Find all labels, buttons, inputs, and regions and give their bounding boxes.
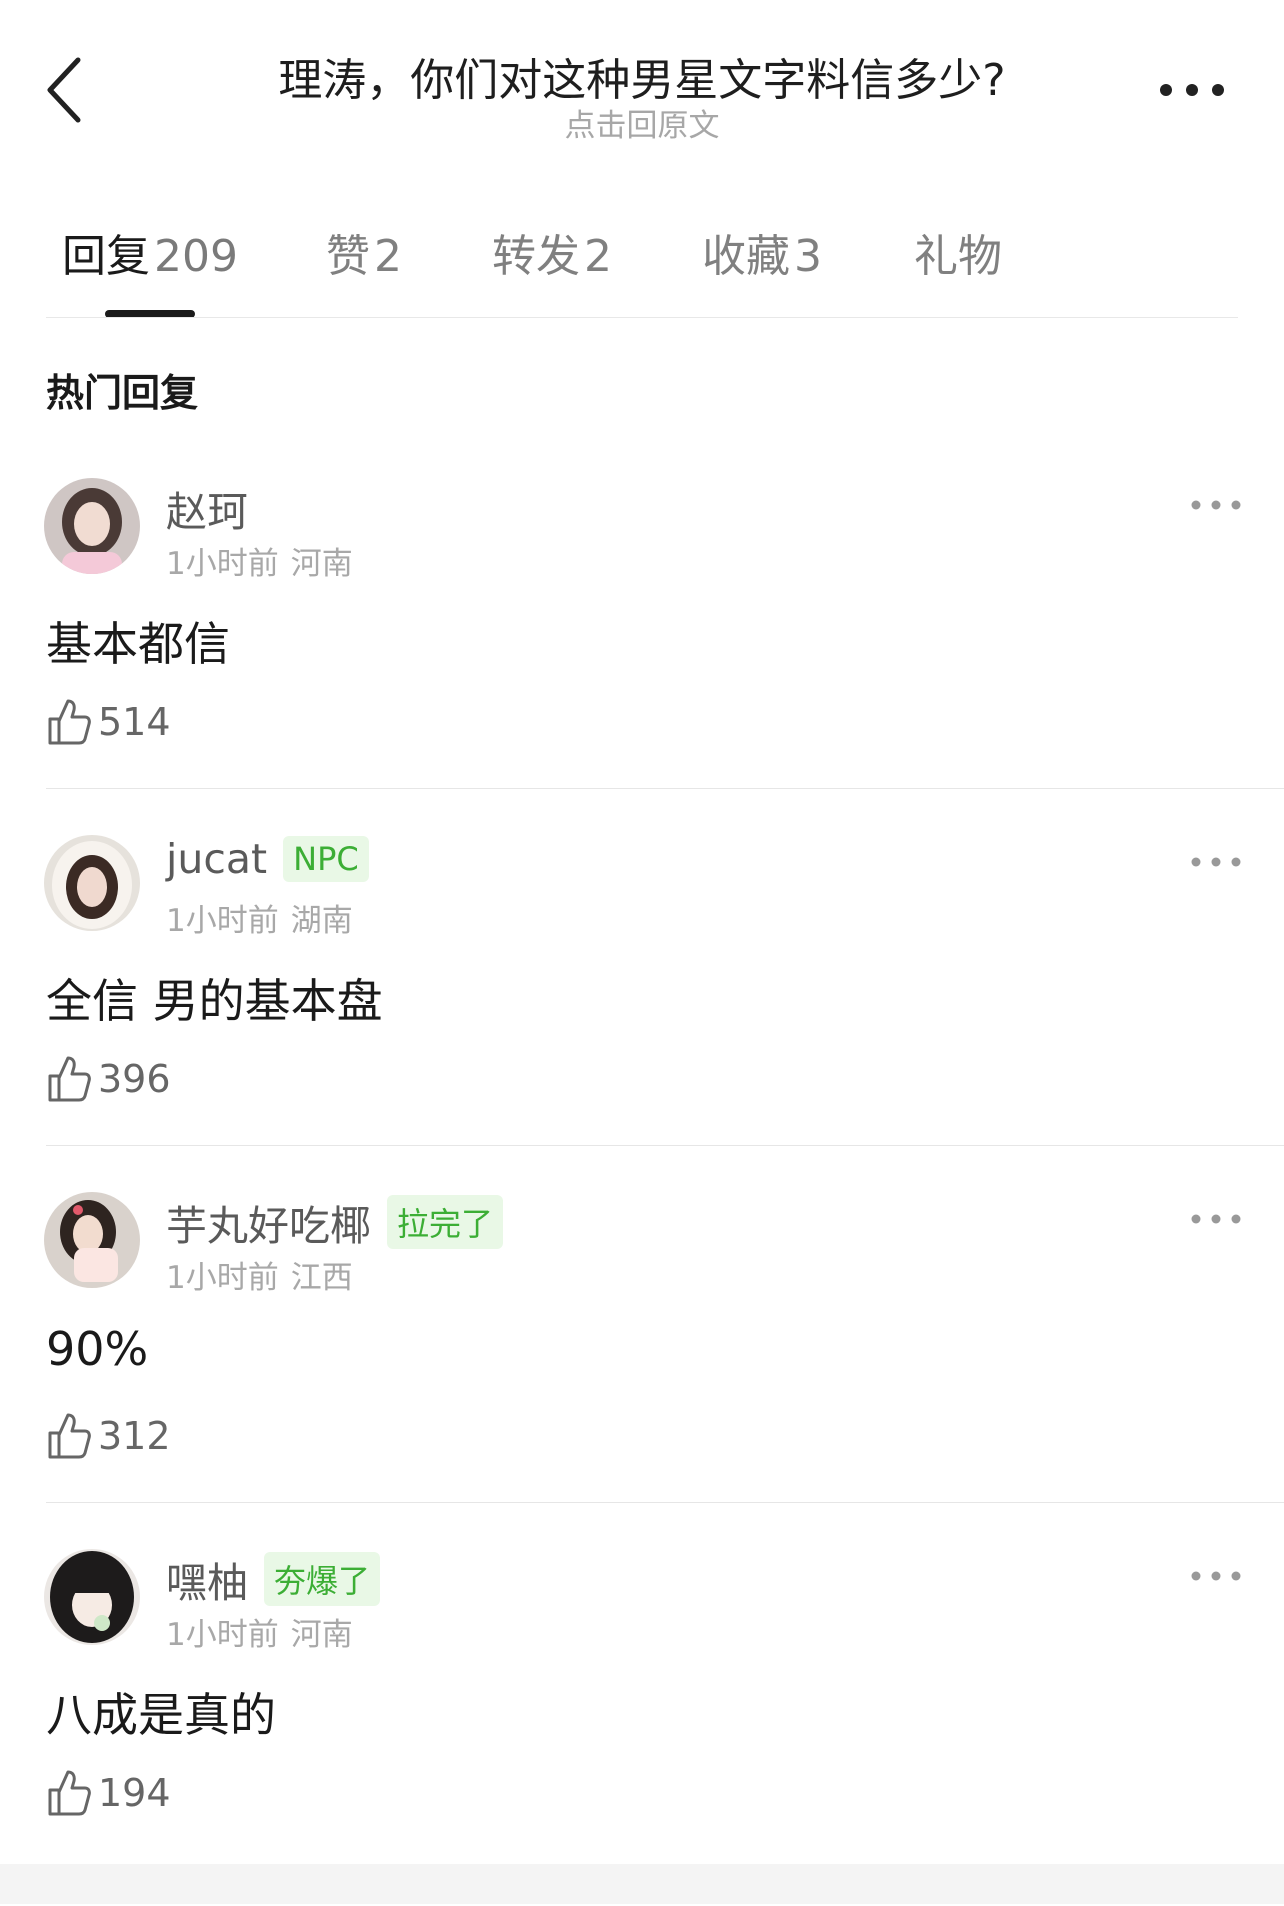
like-button[interactable]: 312: [46, 1410, 171, 1462]
comment-text: 八成是真的: [46, 1688, 276, 1742]
divider: [46, 317, 1238, 318]
like-count: 396: [98, 1057, 171, 1101]
user-badge: 夯爆了: [264, 1552, 381, 1606]
location: 湖南: [290, 903, 353, 939]
comment-item: jucat NPC 1小时前 湖南 全信 男的基本盘 396: [0, 835, 1284, 1192]
more-horizontal-icon: [1191, 1571, 1241, 1581]
divider: [46, 1145, 1284, 1146]
tab-favorites[interactable]: 收藏3: [702, 220, 822, 284]
tab-count: 3: [794, 231, 822, 282]
comment-text: 90%: [46, 1322, 149, 1376]
tab-likes[interactable]: 赞2: [326, 220, 402, 284]
comment-meta: 1小时前 江西: [166, 1252, 353, 1297]
back-button[interactable]: [36, 50, 96, 130]
thumbs-up-icon: [48, 1413, 91, 1459]
tab-label: 礼物: [914, 231, 1002, 282]
location: 河南: [290, 546, 353, 582]
timestamp: 1小时前: [166, 1617, 279, 1653]
comment-more-button[interactable]: [1188, 1204, 1244, 1234]
tab-label: 收藏: [702, 231, 790, 282]
tab-replies[interactable]: 回复209: [62, 220, 238, 284]
comment-more-button[interactable]: [1188, 490, 1244, 520]
top-bar: 理涛，你们对这种男星文字料信多少? 点击回原文: [0, 0, 1284, 160]
like-count: 194: [98, 1771, 171, 1815]
section-title-hot-replies: 热门回复: [46, 371, 199, 415]
tab-bar: 回复209 赞2 转发2 收藏3 礼物: [0, 220, 1284, 320]
thumbs-up-icon: [48, 1056, 91, 1102]
comment-more-button[interactable]: [1188, 1561, 1244, 1591]
username-text: jucat: [166, 835, 268, 883]
more-horizontal-icon: [1160, 84, 1224, 96]
bottom-bar: [0, 1864, 1284, 1904]
post-title[interactable]: 理涛，你们对这种男星文字料信多少?: [150, 44, 1134, 108]
comment-more-button[interactable]: [1188, 847, 1244, 877]
chevron-left-icon: [47, 57, 81, 123]
avatar-image: [44, 478, 140, 574]
more-horizontal-icon: [1191, 857, 1241, 867]
username-text: 嘿柚: [166, 1559, 248, 1607]
like-button[interactable]: 194: [46, 1767, 171, 1819]
tab-gifts[interactable]: 礼物: [914, 220, 1002, 284]
thumbs-up-icon: [48, 699, 91, 745]
divider: [46, 788, 1284, 789]
more-options-button[interactable]: [1156, 70, 1228, 110]
tab-count: 209: [154, 231, 238, 282]
username[interactable]: jucat NPC: [166, 835, 369, 883]
comment-meta: 1小时前 湖南: [166, 895, 353, 940]
comment-item: 赵珂 1小时前 河南 基本都信 514: [0, 478, 1284, 835]
comment-item: 嘿柚 夯爆了 1小时前 河南 八成是真的 194: [0, 1549, 1284, 1906]
comment-text: 全信 男的基本盘: [46, 974, 383, 1028]
comment-text: 基本都信: [46, 617, 230, 671]
tab-label: 回复: [62, 231, 150, 282]
location: 河南: [290, 1617, 353, 1653]
avatar[interactable]: [44, 478, 140, 574]
avatar[interactable]: [44, 1549, 140, 1645]
user-badge: 拉完了: [387, 1195, 504, 1249]
username-text: 芋丸好吃椰: [166, 1202, 371, 1250]
user-badge: NPC: [283, 836, 369, 882]
tab-reposts[interactable]: 转发2: [492, 220, 612, 284]
username[interactable]: 芋丸好吃椰 拉完了: [166, 1192, 504, 1252]
timestamp: 1小时前: [166, 1260, 279, 1296]
username[interactable]: 嘿柚 夯爆了: [166, 1549, 381, 1609]
comment-meta: 1小时前 河南: [166, 1609, 353, 1654]
more-horizontal-icon: [1191, 1214, 1241, 1224]
like-button[interactable]: 396: [46, 1053, 171, 1105]
avatar-image: [44, 835, 140, 931]
avatar-image: [44, 1549, 140, 1645]
avatar[interactable]: [44, 835, 140, 931]
tab-label: 转发: [492, 231, 580, 282]
more-horizontal-icon: [1191, 500, 1241, 510]
tab-count: 2: [374, 231, 402, 282]
avatar-image: [44, 1192, 140, 1288]
like-count: 312: [98, 1414, 171, 1458]
timestamp: 1小时前: [166, 903, 279, 939]
like-button[interactable]: 514: [46, 696, 171, 748]
back-to-original-link[interactable]: 点击回原文: [150, 100, 1134, 145]
tab-label: 赞: [326, 231, 370, 282]
avatar[interactable]: [44, 1192, 140, 1288]
thumbs-up-icon: [48, 1770, 91, 1816]
comment-item: 芋丸好吃椰 拉完了 1小时前 江西 90% 312: [0, 1192, 1284, 1549]
location: 江西: [290, 1260, 353, 1296]
divider: [46, 1502, 1284, 1503]
tab-count: 2: [584, 231, 612, 282]
comment-meta: 1小时前 河南: [166, 538, 353, 583]
like-count: 514: [98, 700, 171, 744]
username[interactable]: 赵珂: [166, 478, 248, 538]
username-text: 赵珂: [166, 488, 248, 536]
timestamp: 1小时前: [166, 546, 279, 582]
